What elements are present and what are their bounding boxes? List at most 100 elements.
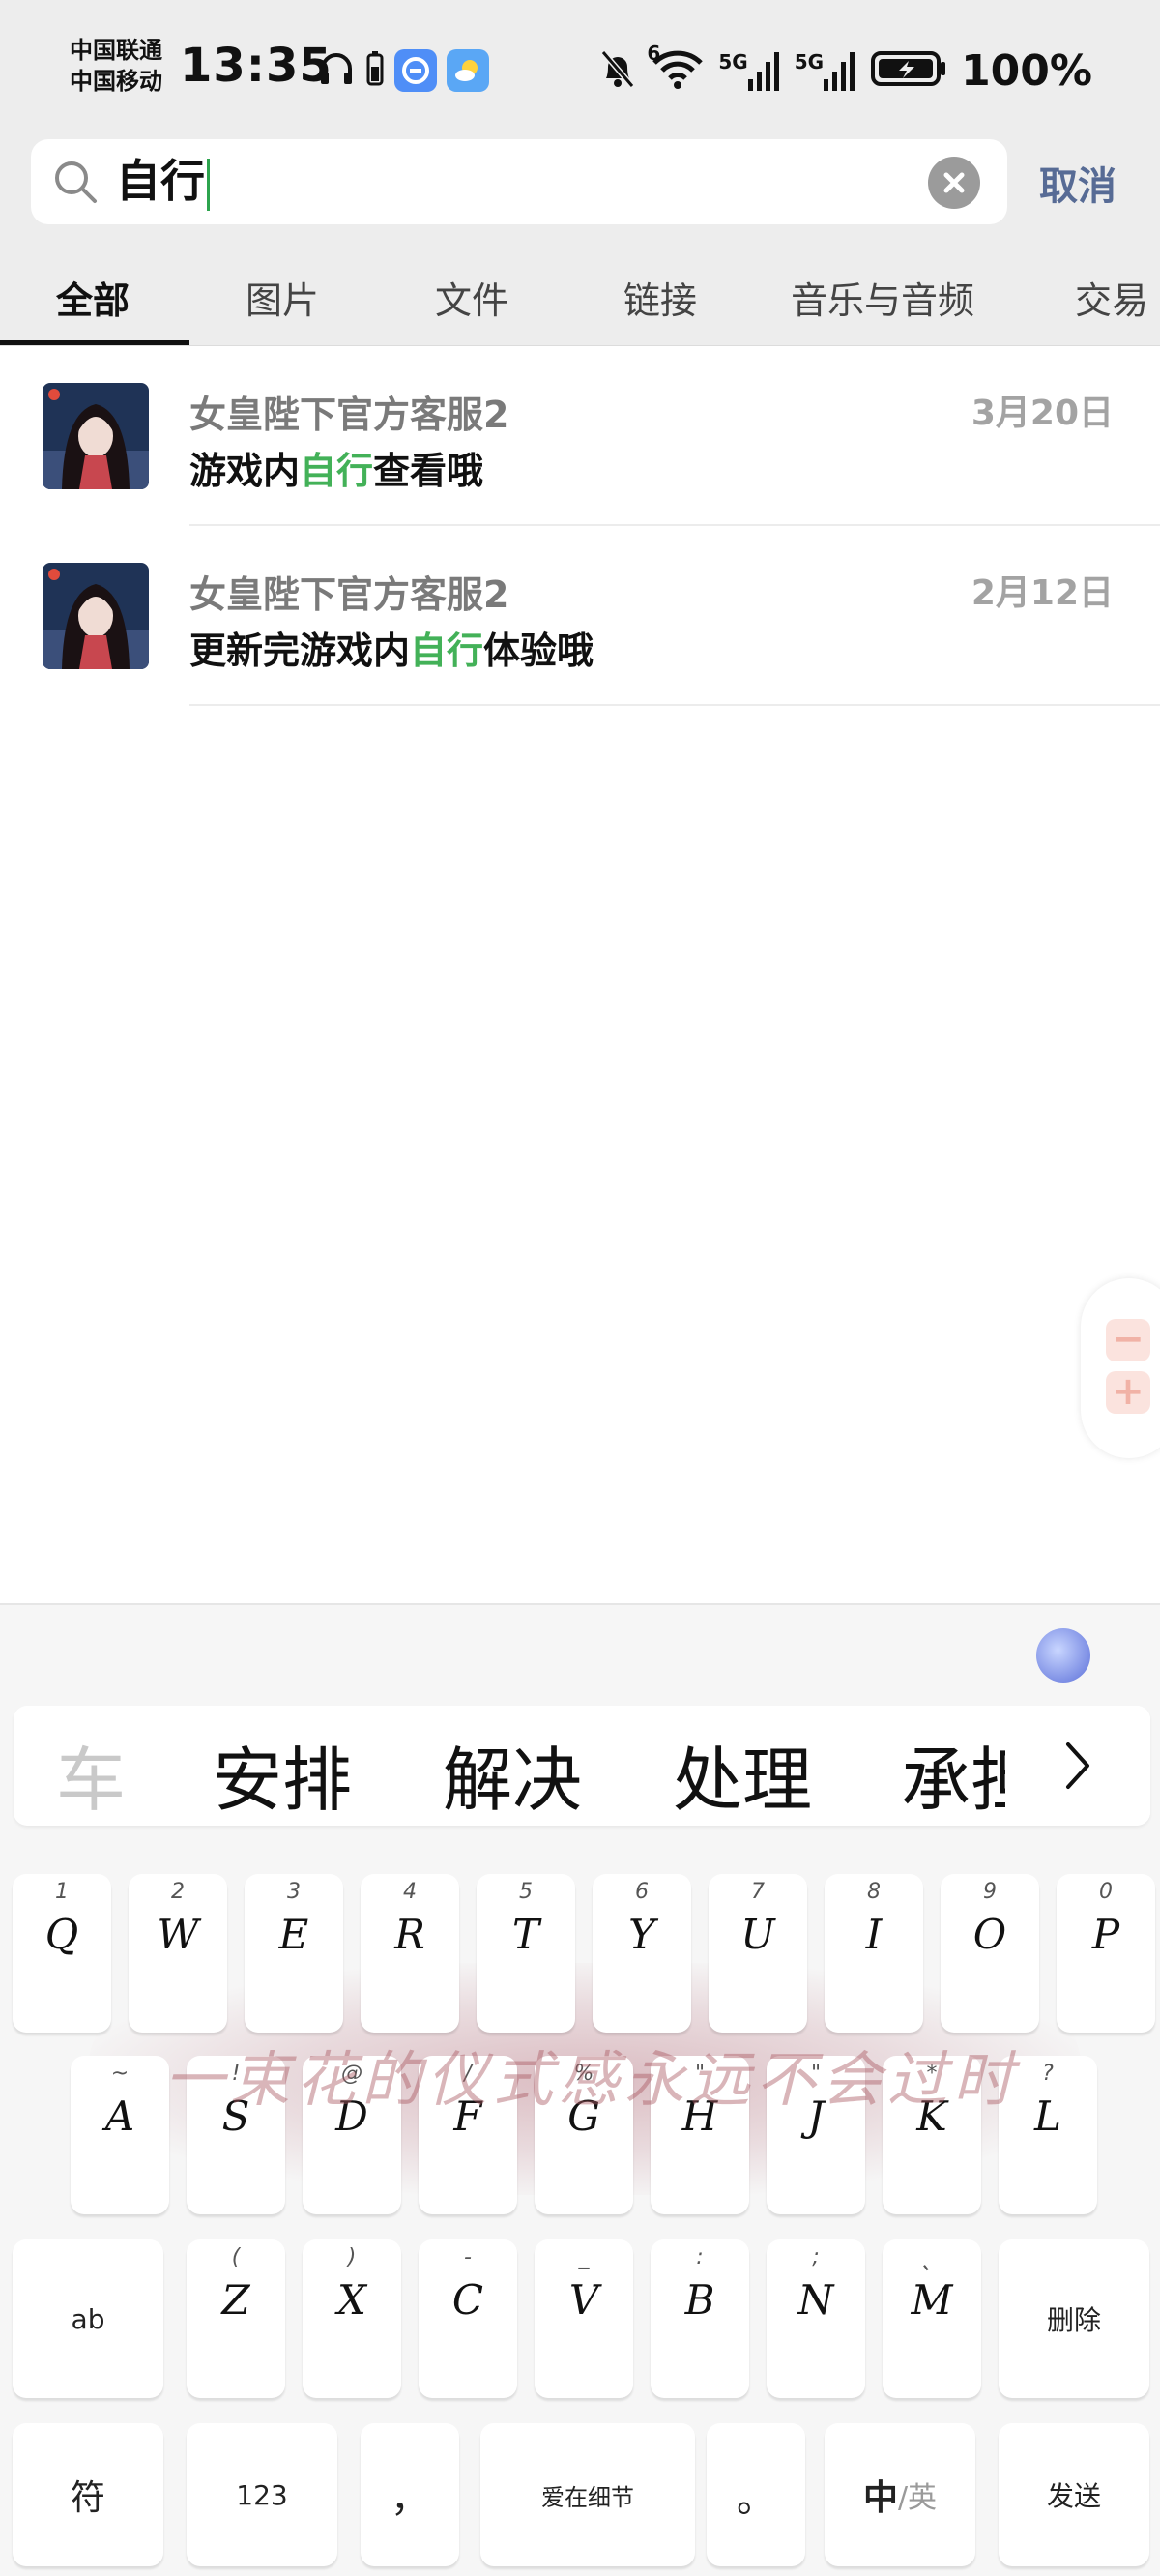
- comma-key[interactable]: ，: [361, 2423, 459, 2566]
- key-y[interactable]: 6Y: [593, 1874, 691, 2033]
- delete-button[interactable]: 删除: [999, 2239, 1149, 2398]
- number-key[interactable]: 123: [187, 2423, 337, 2566]
- keyboard-assistant-icon[interactable]: [1036, 1628, 1090, 1683]
- tab-music-audio[interactable]: 音乐与音频: [791, 271, 974, 324]
- key-r[interactable]: 4R: [361, 1874, 459, 2033]
- key-c[interactable]: -C: [419, 2239, 517, 2398]
- send-button[interactable]: 发送: [999, 2423, 1149, 2566]
- key-primary: K: [916, 2093, 947, 2140]
- key-o[interactable]: 9O: [941, 1874, 1039, 2033]
- key-t[interactable]: 5T: [477, 1874, 575, 2033]
- key-b[interactable]: :B: [651, 2239, 749, 2398]
- key-m[interactable]: 、 M: [883, 2239, 981, 2398]
- bell-muted-icon: [598, 47, 637, 94]
- key-secondary: 、: [920, 2251, 942, 2275]
- key-primary: M: [911, 2276, 953, 2324]
- carrier-labels: 中国联通 中国移动: [70, 35, 176, 97]
- key-secondary: 0: [1099, 1880, 1113, 1904]
- key-primary: U: [740, 1911, 775, 1958]
- key-label: 。: [737, 2476, 775, 2521]
- key-f[interactable]: / F: [419, 2056, 517, 2214]
- key-primary: X: [337, 2276, 366, 2324]
- search-query-text: 自行: [116, 155, 205, 207]
- key-secondary: 7: [751, 1880, 765, 1904]
- status-right-icons: 6 5G 5G 100%: [598, 42, 1092, 97]
- battery-charging-icon: [870, 49, 947, 92]
- key-label: 中/英: [825, 2423, 975, 2566]
- key-secondary: 6: [635, 1880, 649, 1904]
- key-secondary: 8: [867, 1880, 881, 1904]
- symbol-key[interactable]: 符: [13, 2423, 163, 2566]
- snippet-before: 游戏内: [189, 450, 301, 492]
- battery-percent: 100%: [961, 45, 1092, 96]
- cancel-button[interactable]: 取消: [1039, 155, 1116, 211]
- key-g[interactable]: % G: [535, 2056, 633, 2214]
- key-n[interactable]: ; N: [767, 2239, 865, 2398]
- key-a[interactable]: ~ A: [71, 2056, 169, 2214]
- search-query[interactable]: 自行: [116, 151, 210, 211]
- status-left-icons: [317, 48, 489, 93]
- key-d[interactable]: @ D: [303, 2056, 401, 2214]
- ab-key[interactable]: ab: [13, 2239, 163, 2398]
- key-u[interactable]: 7U: [709, 1874, 807, 2033]
- search-icon: [50, 157, 101, 207]
- carrier-2: 中国移动: [70, 68, 162, 95]
- candidate-item[interactable]: 车: [56, 1723, 126, 1825]
- period-key[interactable]: 。: [707, 2423, 805, 2566]
- key-primary: L: [1034, 2093, 1061, 2140]
- key-l[interactable]: ? L: [999, 2056, 1097, 2214]
- key-label: ，: [391, 2476, 429, 2521]
- key-s[interactable]: ! S: [187, 2056, 285, 2214]
- candidate-item[interactable]: 解决: [443, 1723, 582, 1825]
- tab-links[interactable]: 链接: [624, 271, 697, 324]
- key-w[interactable]: 2W: [129, 1874, 227, 2033]
- tab-files[interactable]: 文件: [435, 271, 508, 324]
- key-primary: T: [511, 1911, 539, 1958]
- key-v[interactable]: _ V: [535, 2239, 633, 2398]
- zoom-in-button[interactable]: +: [1106, 1371, 1150, 1414]
- snippet-highlight: 自行: [410, 629, 484, 672]
- key-z[interactable]: (Z: [187, 2239, 285, 2398]
- candidate-item[interactable]: 处理: [673, 1723, 812, 1825]
- space-key[interactable]: 爱在细节: [480, 2423, 695, 2566]
- tab-images[interactable]: 图片: [246, 271, 319, 324]
- key-secondary: 2: [171, 1880, 185, 1904]
- key-primary: C: [451, 2276, 484, 2324]
- candidate-bar: 车 安排 解决 处理 承担: [14, 1706, 1150, 1826]
- key-secondary: /: [464, 2062, 472, 2086]
- key-e[interactable]: 3E: [245, 1874, 343, 2033]
- clear-search-button[interactable]: [928, 157, 980, 209]
- expand-candidates-button[interactable]: [1005, 1706, 1150, 1826]
- list-item[interactable]: 女皇陛下官方客服2 2月12日 更新完游戏内自行体验哦: [0, 526, 1160, 706]
- signal-icon: 5G: [718, 50, 780, 91]
- weather-app-icon: [447, 49, 489, 92]
- avatar: [43, 563, 149, 669]
- candidate-item[interactable]: 安排: [213, 1723, 352, 1825]
- key-secondary: ;: [812, 2245, 820, 2269]
- key-primary: P: [1091, 1911, 1120, 1958]
- key-label: 符: [70, 2478, 105, 2518]
- key-k[interactable]: * K: [883, 2056, 981, 2214]
- chat-name: 女皇陛下官方客服2: [189, 394, 509, 436]
- snippet-before: 更新完游戏内: [189, 629, 411, 672]
- key-i[interactable]: 8I: [825, 1874, 923, 2033]
- key-j[interactable]: " J: [767, 2056, 865, 2214]
- zoom-out-button[interactable]: −: [1106, 1319, 1150, 1361]
- key-label: 爱在细节: [541, 2483, 634, 2511]
- key-q[interactable]: 1Q: [13, 1874, 111, 2033]
- tab-transactions[interactable]: 交易: [1075, 271, 1148, 324]
- key-x[interactable]: ) X: [303, 2239, 401, 2398]
- key-p[interactable]: 0P: [1057, 1874, 1155, 2033]
- key-h[interactable]: " H: [651, 2056, 749, 2214]
- key-secondary: *: [926, 2062, 938, 2086]
- search-input[interactable]: 自行: [31, 139, 1007, 224]
- key-secondary: 3: [287, 1880, 301, 1904]
- key-secondary: ?: [1042, 2062, 1054, 2086]
- key-secondary: 4: [403, 1880, 417, 1904]
- battery-small-icon: [365, 49, 385, 92]
- key-secondary: ": [694, 2062, 706, 2086]
- wifi-label: 6: [647, 42, 661, 65]
- language-switch-key[interactable]: 中/英: [825, 2423, 975, 2566]
- tab-all[interactable]: 全部: [56, 271, 130, 324]
- list-item[interactable]: 女皇陛下官方客服2 3月20日 游戏内自行查看哦: [0, 346, 1160, 526]
